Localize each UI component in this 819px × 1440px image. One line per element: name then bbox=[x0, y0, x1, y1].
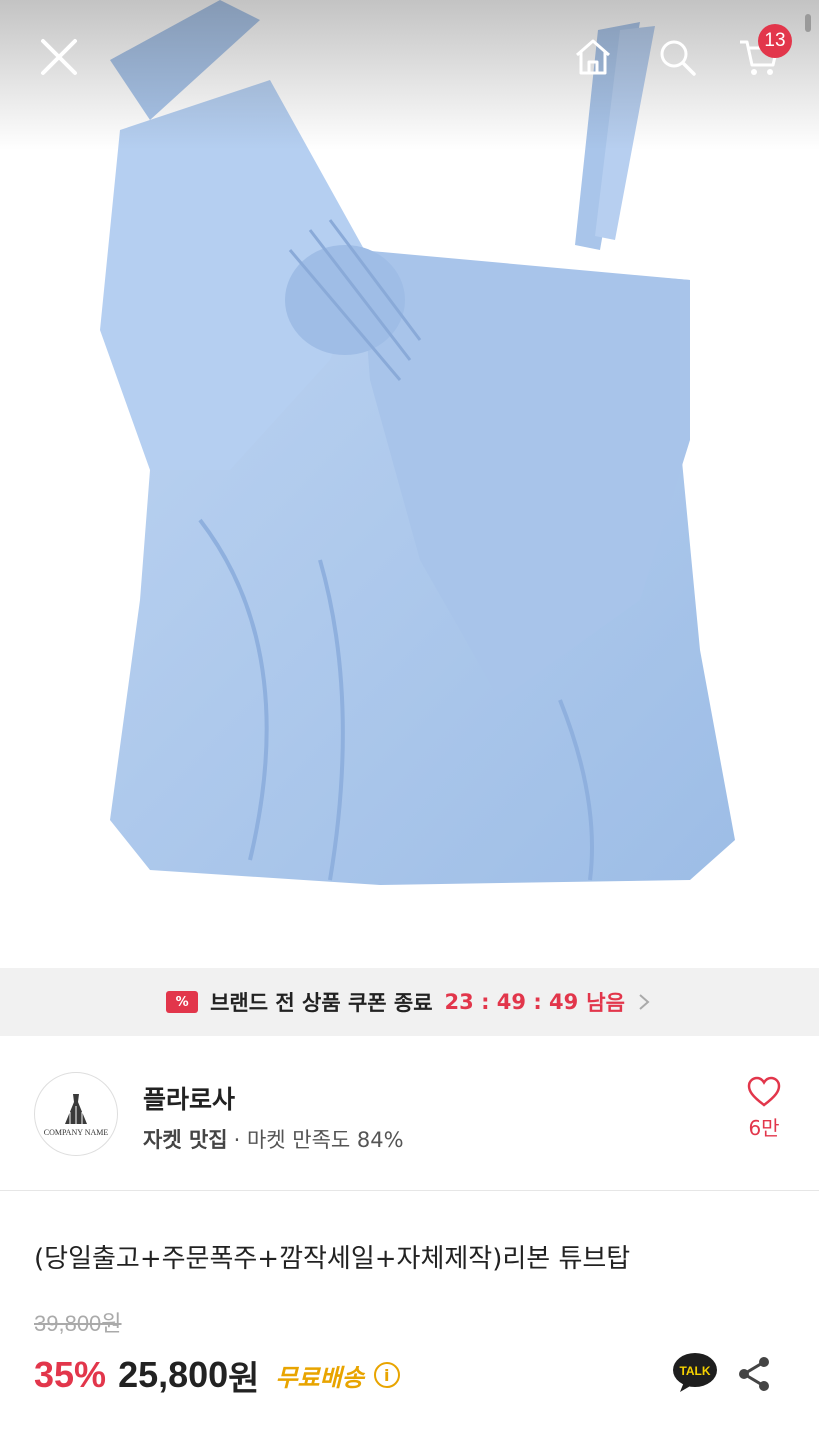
kakao-talk-icon: TALK bbox=[673, 1353, 717, 1392]
seller-row[interactable]: COMPANY NAME 플라로사 자켓 맛집 · 마켓 만족도 84% 6만 bbox=[0, 1036, 819, 1191]
product-title: (당일출고+주문폭주+깜작세일+자체제작)리본 튜브탑 bbox=[34, 1244, 631, 1274]
share-button[interactable] bbox=[734, 1354, 774, 1394]
seller-meta: 자켓 맛집 · 마켓 만족도 84% bbox=[143, 1124, 404, 1154]
price-unit: 원 bbox=[228, 1358, 260, 1399]
price-row: 35% 25,800 원 무료배송 i bbox=[34, 1350, 400, 1400]
home-icon bbox=[576, 39, 610, 75]
info-icon[interactable]: i bbox=[373, 1362, 400, 1388]
top-bar: 13 bbox=[0, 0, 819, 120]
heart-icon bbox=[747, 1076, 781, 1107]
sale-price: 25,800 bbox=[118, 1354, 229, 1395]
kakao-talk-button[interactable]: TALK bbox=[672, 1352, 718, 1394]
chevron-right-icon bbox=[637, 991, 653, 1013]
seller-satisfaction: · 마켓 만족도 84% bbox=[233, 1128, 404, 1152]
favorite-button[interactable]: 6만 bbox=[736, 1076, 792, 1156]
discount-rate: 35% bbox=[34, 1354, 107, 1395]
seller-logo[interactable]: COMPANY NAME bbox=[34, 1072, 118, 1156]
free-shipping-label: 무료배송 bbox=[275, 1363, 364, 1392]
share-icon bbox=[739, 1357, 769, 1391]
scroll-indicator bbox=[805, 14, 811, 32]
original-price: 39,800원 bbox=[34, 1311, 122, 1336]
seller-logo-text: COMPANY NAME bbox=[43, 1127, 109, 1137]
cart-count-badge: 13 bbox=[758, 24, 792, 58]
seller-name[interactable]: 플라로사 bbox=[143, 1080, 235, 1116]
close-icon bbox=[41, 39, 77, 75]
dress-logo-icon bbox=[65, 1093, 87, 1124]
favorite-count: 6만 bbox=[748, 1116, 780, 1140]
home-button[interactable] bbox=[566, 30, 620, 84]
coupon-text: 브랜드 전 상품 쿠폰 종료 bbox=[210, 991, 433, 1015]
coupon-icon: % bbox=[166, 991, 199, 1013]
coupon-banner[interactable]: % 브랜드 전 상품 쿠폰 종료 23 : 49 : 49 남음 bbox=[0, 968, 819, 1036]
coupon-timer: 23 : 49 : 49 bbox=[444, 990, 579, 1014]
seller-category: 자켓 맛집 bbox=[143, 1128, 228, 1152]
search-button[interactable] bbox=[650, 30, 704, 84]
product-image[interactable] bbox=[0, 0, 819, 968]
coupon-suffix: 남음 bbox=[586, 991, 625, 1015]
close-button[interactable] bbox=[30, 28, 88, 86]
svg-text:TALK: TALK bbox=[679, 1364, 710, 1378]
search-icon bbox=[660, 40, 696, 76]
